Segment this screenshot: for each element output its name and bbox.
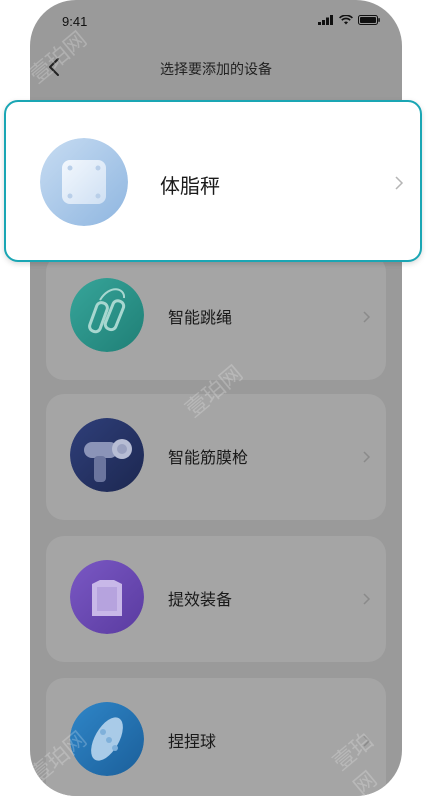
device-item-efficiency-gear[interactable]: 提效装备 (46, 536, 386, 662)
device-item-squeeze-ball[interactable]: 捏捏球 (46, 678, 386, 796)
jump-rope-icon (70, 278, 144, 352)
nav-bar: 选择要添加的设备 (30, 48, 402, 88)
device-item-massage-gun[interactable]: 智能筋膜枪 (46, 394, 386, 520)
chevron-right-icon (395, 176, 404, 190)
status-icons (318, 15, 380, 25)
squeeze-ball-icon (70, 702, 144, 776)
signal-icon (318, 15, 333, 25)
device-item-label: 体脂秤 (160, 174, 220, 198)
device-item-label: 提效装备 (168, 590, 233, 609)
body-fat-scale-icon (40, 138, 128, 226)
device-item-jump-rope[interactable]: 智能跳绳 (46, 254, 386, 380)
battery-icon (358, 15, 380, 25)
chevron-right-icon (363, 735, 371, 747)
chevron-right-icon (363, 311, 371, 323)
device-item-body-fat-scale[interactable]: 体脂秤 (4, 100, 422, 262)
status-time: 9:41 (62, 14, 88, 29)
efficiency-gear-icon (70, 560, 144, 634)
massage-gun-icon (70, 418, 144, 492)
device-item-label: 智能筋膜枪 (168, 448, 249, 467)
chevron-right-icon (363, 593, 371, 605)
device-item-label: 捏捏球 (168, 732, 217, 751)
status-bar: 9:41 (30, 0, 402, 40)
wifi-icon (339, 15, 353, 25)
chevron-right-icon (363, 451, 371, 463)
device-item-label: 智能跳绳 (168, 308, 233, 327)
page-title: 选择要添加的设备 (160, 62, 272, 78)
